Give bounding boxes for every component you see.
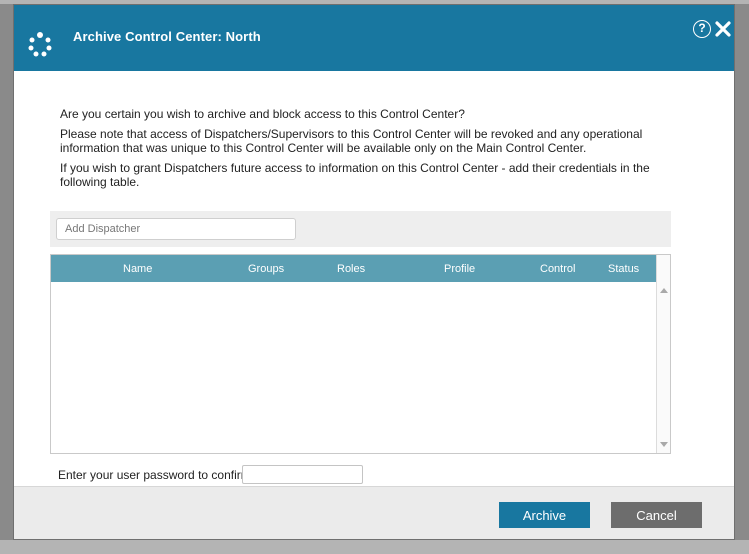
column-header-profile[interactable]: Profile — [444, 263, 475, 275]
column-header-name[interactable]: Name — [123, 263, 152, 275]
help-icon[interactable]: ? — [693, 20, 711, 38]
revoke-notice: Please note that access of Dispatchers/S… — [60, 127, 643, 155]
app-logo-icon — [28, 32, 52, 57]
password-label: Enter your user password to confirm: — [58, 468, 255, 482]
backdrop-bottom — [0, 540, 749, 554]
cancel-button[interactable]: Cancel — [611, 502, 702, 528]
column-header-control[interactable]: Control — [540, 263, 575, 275]
grant-instructions: If you wish to grant Dispatchers future … — [60, 161, 650, 189]
add-dispatcher-input[interactable] — [56, 218, 296, 240]
dispatcher-table: Name Groups Roles Profile Control Status — [50, 254, 671, 454]
scroll-down-arrow-icon[interactable] — [660, 442, 668, 447]
message-block: Are you certain you wish to archive and … — [60, 107, 680, 195]
archive-dialog: Archive Control Center: North ? Are you … — [13, 4, 735, 540]
add-dispatcher-toolbar — [50, 211, 671, 247]
scroll-up-arrow-icon[interactable] — [660, 288, 668, 293]
dialog-header: Archive Control Center: North ? — [14, 5, 734, 71]
column-header-groups[interactable]: Groups — [248, 263, 284, 275]
confirm-question: Are you certain you wish to archive and … — [60, 107, 465, 121]
dialog-footer: Archive Cancel — [14, 486, 734, 539]
table-header: Name Groups Roles Profile Control Status — [51, 255, 656, 282]
password-input[interactable] — [242, 465, 363, 484]
dialog-title: Archive Control Center: North — [73, 29, 261, 44]
table-scrollbar[interactable] — [656, 255, 670, 453]
archive-button[interactable]: Archive — [499, 502, 590, 528]
close-icon[interactable] — [715, 21, 731, 37]
column-header-roles[interactable]: Roles — [337, 263, 365, 275]
column-header-status[interactable]: Status — [608, 263, 639, 275]
